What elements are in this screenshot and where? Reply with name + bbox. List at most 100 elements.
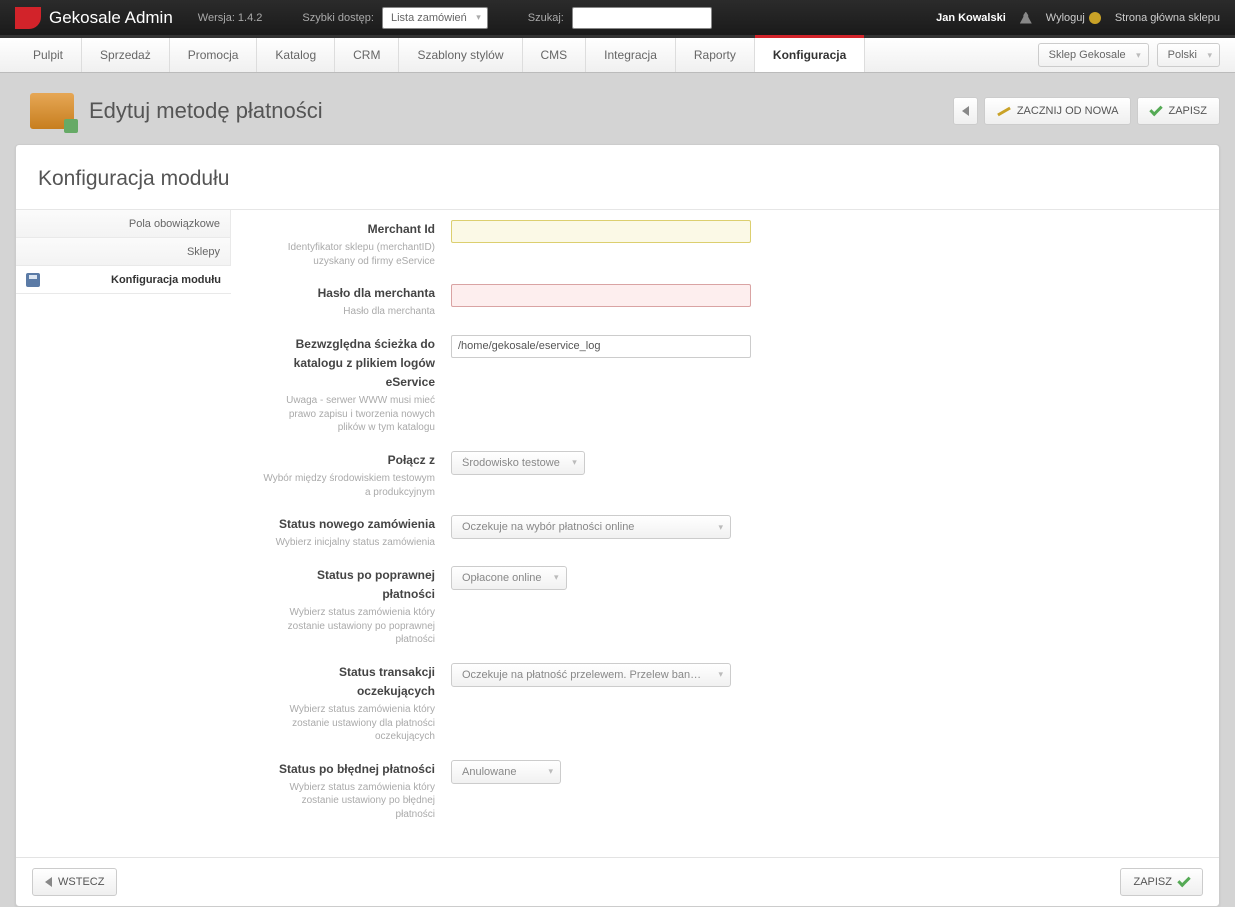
logout-label: Wyloguj bbox=[1046, 12, 1085, 24]
nav-label: Integracja bbox=[604, 48, 657, 62]
status-ok-select[interactable]: Opłacone online bbox=[451, 566, 567, 590]
save-label: ZAPISZ bbox=[1168, 105, 1207, 117]
nav-promocja[interactable]: Promocja bbox=[170, 38, 258, 72]
status-pending-select[interactable]: Oczekuje na płatność przelewem. Przelew … bbox=[451, 663, 731, 687]
config-panel: Konfiguracja modułu Pola obowiązkowe Skl… bbox=[15, 144, 1220, 907]
connect-value: Środowisko testowe bbox=[462, 457, 560, 469]
merchant-pwd-label: Hasło dla merchanta bbox=[261, 284, 435, 303]
log-path-label: Bezwzględna ścieżka do katalogu z plikie… bbox=[261, 335, 435, 393]
status-pending-help: Wybierz status zamówienia który zostanie… bbox=[261, 703, 435, 744]
nav-label: Raporty bbox=[694, 48, 736, 62]
nav-label: CMS bbox=[541, 48, 568, 62]
status-pending-label: Status transakcji oczekujących bbox=[261, 663, 435, 701]
restart-button[interactable]: ZACZNIJ OD NOWA bbox=[984, 97, 1132, 125]
nav-label: Sprzedaż bbox=[100, 48, 151, 62]
topbar-right: Jan Kowalski Wyloguj Strona główna sklep… bbox=[936, 12, 1220, 24]
save-label: ZAPISZ bbox=[1133, 876, 1172, 888]
page-header: Edytuj metodę płatności ZACZNIJ OD NOWA … bbox=[0, 73, 1235, 144]
check-icon bbox=[1177, 874, 1190, 887]
status-new-select[interactable]: Oczekuje na wybór płatności online bbox=[451, 515, 731, 539]
topbar: Gekosale Admin Wersja: 1.4.2 Szybki dost… bbox=[0, 0, 1235, 35]
storefront-link[interactable]: Strona główna sklepu bbox=[1115, 12, 1220, 24]
search-input[interactable] bbox=[572, 7, 712, 29]
panel-title: Konfiguracja modułu bbox=[16, 145, 1219, 210]
nav-cms[interactable]: CMS bbox=[523, 38, 587, 72]
merchant-pwd-help: Hasło dla merchanta bbox=[261, 305, 435, 319]
status-pending-value: Oczekuje na płatność przelewem. Przelew … bbox=[462, 669, 706, 681]
merchant-id-input[interactable] bbox=[451, 220, 751, 243]
nav-katalog[interactable]: Katalog bbox=[257, 38, 335, 72]
restart-label: ZACZNIJ OD NOWA bbox=[1017, 105, 1119, 117]
quick-access-select[interactable]: Lista zamówień bbox=[382, 7, 488, 29]
merchant-id-help: Identyfikator sklepu (merchantID) uzyska… bbox=[261, 241, 435, 268]
merchant-pwd-input[interactable] bbox=[451, 284, 751, 307]
sidenav-label: Pola obowiązkowe bbox=[129, 218, 220, 230]
nav-label: Katalog bbox=[275, 48, 316, 62]
current-user: Jan Kowalski bbox=[936, 12, 1006, 24]
language-select-value: Polski bbox=[1168, 49, 1197, 61]
folder-edit-icon bbox=[30, 93, 74, 129]
language-select[interactable]: Polski bbox=[1157, 43, 1220, 67]
nav-szablony[interactable]: Szablony stylów bbox=[399, 38, 522, 72]
status-new-help: Wybierz inicjalny status zamówienia bbox=[261, 536, 435, 550]
nav-label: Konfiguracja bbox=[773, 48, 846, 62]
status-ok-label: Status po poprawnej płatności bbox=[261, 566, 435, 604]
nav-integracja[interactable]: Integracja bbox=[586, 38, 676, 72]
back-button[interactable] bbox=[953, 97, 978, 125]
brand-title: Gekosale Admin bbox=[49, 8, 173, 28]
nav-label: Szablony stylów bbox=[417, 48, 503, 62]
status-ok-help: Wybierz status zamówienia który zostanie… bbox=[261, 606, 435, 647]
version-label: Wersja: 1.4.2 bbox=[198, 12, 263, 24]
nav-label: Promocja bbox=[188, 48, 239, 62]
arrow-left-icon bbox=[962, 106, 969, 116]
disk-icon bbox=[26, 273, 40, 287]
status-fail-value: Anulowane bbox=[462, 766, 516, 778]
nav-label: CRM bbox=[353, 48, 380, 62]
status-new-label: Status nowego zamówienia bbox=[261, 515, 435, 534]
connect-select[interactable]: Środowisko testowe bbox=[451, 451, 585, 475]
back-label: WSTECZ bbox=[58, 876, 104, 888]
log-path-input[interactable] bbox=[451, 335, 751, 358]
brand-logo-icon bbox=[15, 7, 41, 29]
sidenav-module-config[interactable]: Konfiguracja modułu bbox=[16, 266, 231, 294]
status-ok-value: Opłacone online bbox=[462, 572, 542, 584]
page-title: Edytuj metodę płatności bbox=[89, 98, 323, 124]
nav-pulpit[interactable]: Pulpit bbox=[15, 38, 82, 72]
form-area: Merchant Id Identyfikator sklepu (mercha… bbox=[231, 210, 1219, 857]
status-fail-select[interactable]: Anulowane bbox=[451, 760, 561, 784]
quick-access-label: Szybki dostęp: bbox=[302, 12, 374, 24]
search-label: Szukaj: bbox=[528, 12, 564, 24]
sidenav-label: Sklepy bbox=[187, 246, 220, 258]
merchant-id-label: Merchant Id bbox=[261, 220, 435, 239]
user-icon bbox=[1020, 12, 1032, 24]
save-button-top[interactable]: ZAPISZ bbox=[1137, 97, 1220, 125]
back-button-bottom[interactable]: WSTECZ bbox=[32, 868, 117, 896]
nav-raporty[interactable]: Raporty bbox=[676, 38, 755, 72]
storefront-label: Strona główna sklepu bbox=[1115, 12, 1220, 24]
sidenav-label: Konfiguracja modułu bbox=[111, 274, 221, 286]
log-path-help: Uwaga - serwer WWW musi mieć prawo zapis… bbox=[261, 394, 435, 435]
status-new-value: Oczekuje na wybór płatności online bbox=[462, 521, 634, 533]
main-nav: Pulpit Sprzedaż Promocja Katalog CRM Sza… bbox=[0, 35, 1235, 73]
connect-label: Połącz z bbox=[261, 451, 435, 470]
status-fail-help: Wybierz status zamówienia który zostanie… bbox=[261, 781, 435, 822]
logout-link[interactable]: Wyloguj bbox=[1046, 12, 1101, 24]
status-fail-label: Status po błędnej płatności bbox=[261, 760, 435, 779]
nav-crm[interactable]: CRM bbox=[335, 38, 399, 72]
arrow-left-icon bbox=[45, 877, 52, 887]
check-icon bbox=[1150, 102, 1163, 115]
nav-sprzedaz[interactable]: Sprzedaż bbox=[82, 38, 170, 72]
quick-access-value: Lista zamówień bbox=[391, 12, 467, 24]
nav-konfiguracja[interactable]: Konfiguracja bbox=[755, 38, 865, 72]
shop-select-value: Sklep Gekosale bbox=[1049, 49, 1126, 61]
save-button-bottom[interactable]: ZAPISZ bbox=[1120, 868, 1203, 896]
key-icon bbox=[1089, 12, 1101, 24]
panel-footer: WSTECZ ZAPISZ bbox=[16, 857, 1219, 906]
nav-label: Pulpit bbox=[33, 48, 63, 62]
wand-icon bbox=[997, 106, 1011, 116]
connect-help: Wybór między środowiskiem testowym a pro… bbox=[261, 472, 435, 499]
shop-select[interactable]: Sklep Gekosale bbox=[1038, 43, 1149, 67]
sidenav-required-fields[interactable]: Pola obowiązkowe bbox=[16, 210, 231, 238]
panel-side-nav: Pola obowiązkowe Sklepy Konfiguracja mod… bbox=[16, 210, 231, 857]
sidenav-shops[interactable]: Sklepy bbox=[16, 238, 231, 266]
